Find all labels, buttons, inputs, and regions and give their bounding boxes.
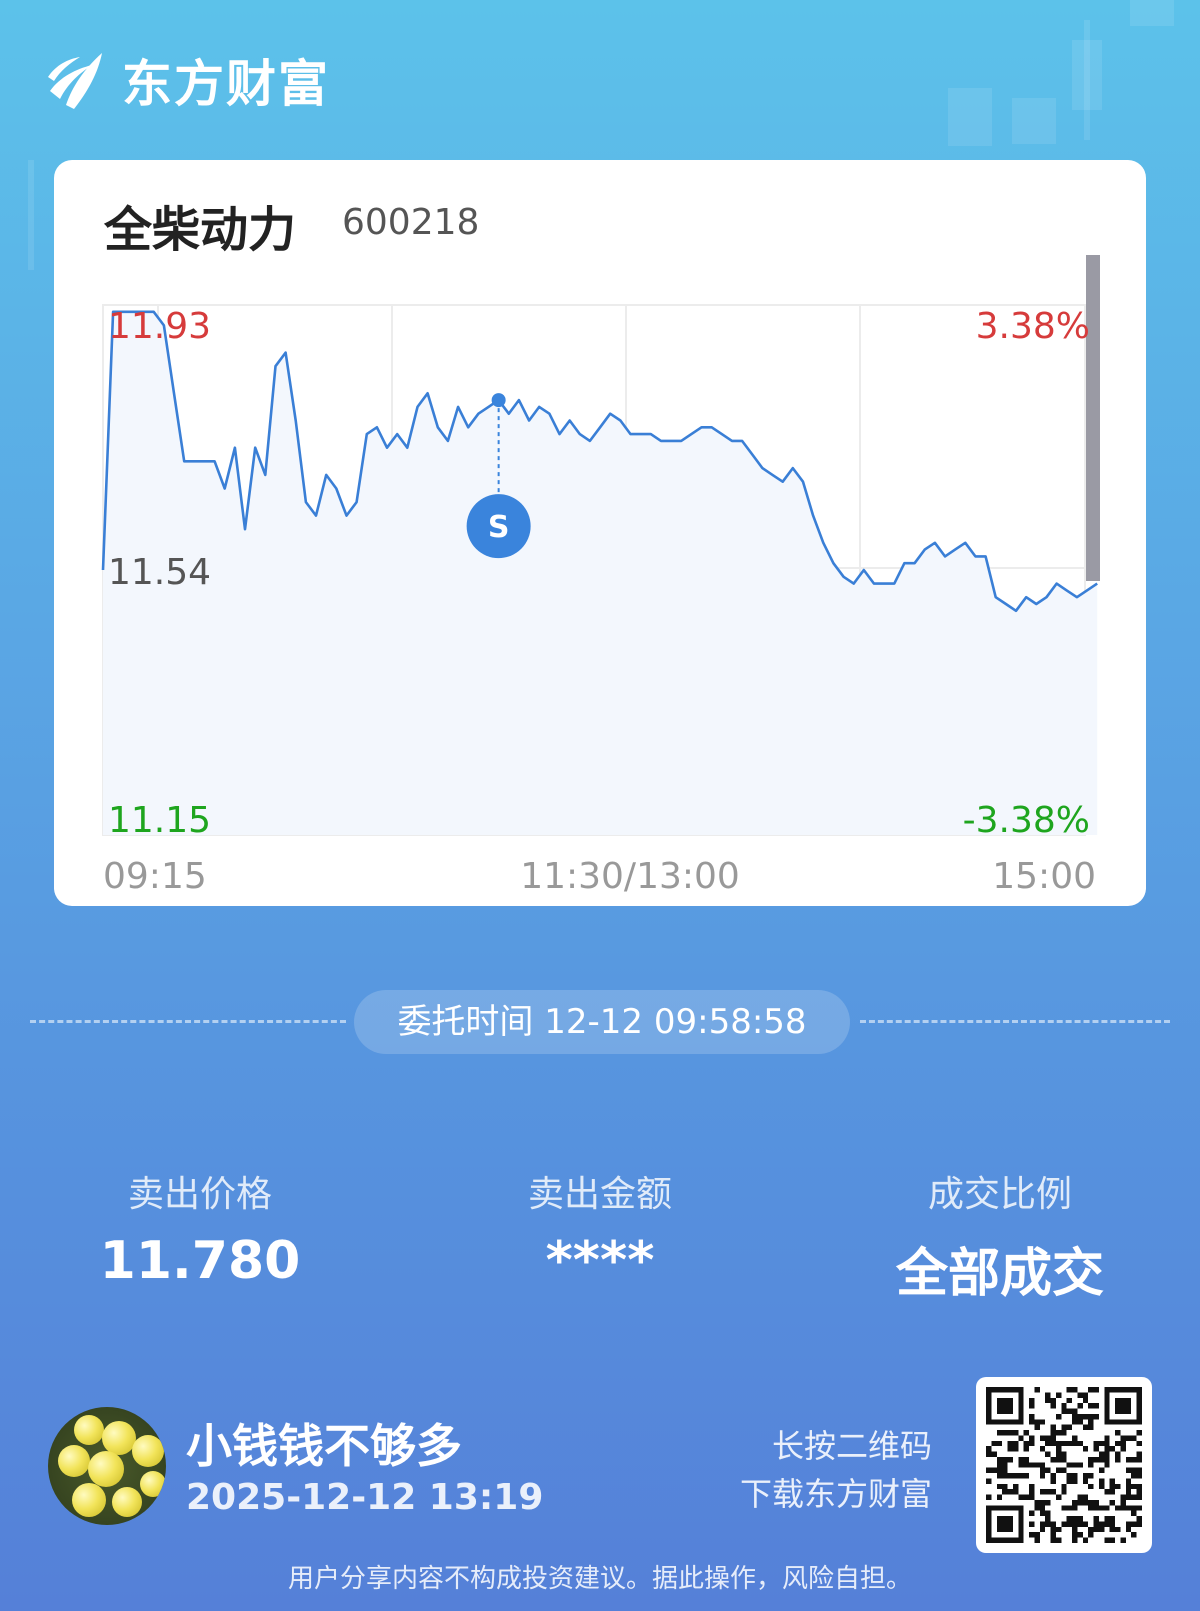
qr-hint-line2: 下载东方财富	[739, 1475, 932, 1513]
share-timestamp: 2025-12-12 13:19	[186, 1477, 544, 1518]
y-axis-right-high-label: 3.38%	[976, 306, 1090, 347]
avatar-fruit	[72, 1483, 106, 1517]
brand-logo: 东方财富	[46, 44, 330, 116]
sell-marker-label: S	[488, 510, 510, 545]
x-axis-tick-midday: 11:30/13:00	[520, 856, 740, 897]
y-axis-high-label: 11.93	[108, 306, 211, 347]
avatar-fruit	[132, 1435, 164, 1467]
price-area-fill	[103, 311, 1098, 835]
avatar-fruit	[102, 1421, 136, 1455]
qr-hint: 长按二维码 下载东方财富	[740, 1422, 932, 1518]
background-candle	[1072, 40, 1102, 110]
divider-left	[30, 1020, 346, 1023]
y-axis-low-label: 11.15	[108, 800, 211, 841]
qr-hint-line1: 长按二维码	[771, 1427, 932, 1465]
sell-marker-dot	[491, 393, 506, 408]
stat-sell-price: 卖出价格 11.780	[40, 1165, 360, 1291]
chart-scrollbar[interactable]	[1086, 255, 1100, 581]
background-candle	[1130, 0, 1174, 26]
brand-name: 东方财富	[122, 55, 330, 113]
stat-value: 全部成交	[895, 1244, 1104, 1304]
y-axis-mid-label: 11.54	[108, 552, 211, 593]
y-axis-right-low-label: -3.38%	[963, 800, 1090, 841]
background-candle	[948, 88, 992, 146]
divider-right	[860, 1020, 1170, 1023]
x-axis-tick-open: 09:15	[103, 856, 207, 897]
intraday-chart: S 11.93 11.54 11.15 3.38% -3.38% 09:15 1…	[101, 255, 1100, 897]
stat-sell-amount: 卖出金额 ****	[440, 1165, 760, 1291]
stat-value: ****	[545, 1231, 655, 1291]
stat-value: 11.780	[99, 1231, 301, 1291]
avatar-fruit	[140, 1471, 166, 1497]
background-candle-wick	[28, 160, 34, 270]
disclaimer: 用户分享内容不构成投资建议。据此操作，风险自担。	[287, 1564, 912, 1594]
qr-code[interactable]	[976, 1377, 1152, 1553]
stat-label: 卖出金额	[527, 1174, 672, 1215]
order-time-row: 委托时间 12-12 09:58:58	[30, 990, 1170, 1054]
stat-label: 成交比例	[927, 1174, 1072, 1215]
avatar-fruit	[58, 1445, 90, 1477]
user-avatar[interactable]	[48, 1407, 166, 1525]
avatar-fruit	[112, 1487, 142, 1517]
avatar-fruit	[88, 1451, 124, 1487]
background-candle	[1012, 98, 1056, 144]
stock-chart-card[interactable]: 全柴动力 600218 S 11.93 11.54 11.15 3.38% -3…	[54, 160, 1146, 906]
order-time-pill: 委托时间 12-12 09:58:58	[354, 990, 850, 1054]
avatar-fruit	[74, 1415, 104, 1445]
user-name: 小钱钱不够多	[186, 1419, 462, 1473]
stat-label: 卖出价格	[127, 1174, 272, 1215]
qr-code-image	[986, 1387, 1142, 1543]
stat-fill-ratio: 成交比例 全部成交	[840, 1165, 1160, 1306]
x-axis-tick-close: 15:00	[992, 856, 1096, 897]
brand-logo-icon	[48, 53, 102, 109]
